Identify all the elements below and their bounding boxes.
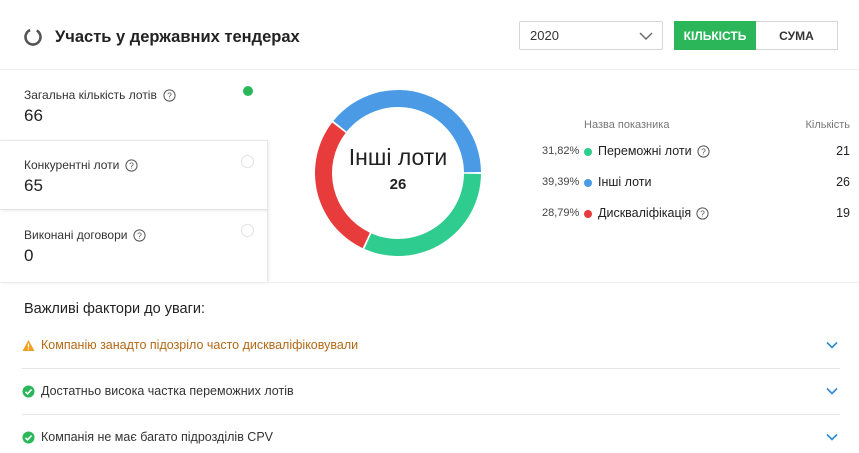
legend-row-winning[interactable]: 31,82% Переможні лоти ? 21 xyxy=(530,143,856,163)
legend-percent: 28,79% xyxy=(542,207,580,219)
donut-chart: Інші лоти 26 xyxy=(300,80,496,266)
donut-center-value: 26 xyxy=(389,176,407,193)
stat-label: Виконані договори ? xyxy=(24,228,147,242)
legend-header-name: Назва показника xyxy=(584,119,670,131)
toggle-sum-button[interactable]: СУМА xyxy=(756,21,838,50)
status-dot-active xyxy=(243,86,253,96)
check-circle-icon xyxy=(22,385,35,398)
legend-row-other[interactable]: 39,39% Інші лоти 26 xyxy=(530,174,856,194)
check-circle-icon xyxy=(22,431,35,444)
legend-percent: 31,82% xyxy=(542,145,580,157)
help-icon[interactable]: ? xyxy=(125,158,138,172)
legend-count: 19 xyxy=(836,206,850,220)
legend-count: 21 xyxy=(836,144,850,158)
svg-text:?: ? xyxy=(167,90,172,100)
chevron-down-icon[interactable] xyxy=(826,387,838,395)
svg-text:?: ? xyxy=(701,146,706,156)
factors-title: Важливі фактори до уваги: xyxy=(24,301,206,317)
stat-label-text: Виконані договори xyxy=(24,228,128,242)
factor-text: Достатньо висока частка переможних лотів xyxy=(41,384,294,398)
svg-text:?: ? xyxy=(700,208,705,218)
widget-title: Участь у державних тендерах xyxy=(55,28,300,46)
legend-name-text: Інші лоти xyxy=(598,175,652,189)
year-select-value: 2020 xyxy=(530,28,559,43)
factor-item-warning[interactable]: Компанію занадто підозріло часто дисквал… xyxy=(22,323,840,369)
donut-chart-svg xyxy=(315,90,481,256)
stat-label: Конкурентні лоти ? xyxy=(24,158,138,172)
donut-center-title: Інші лоти xyxy=(348,144,448,170)
stat-label: Загальна кількість лотів ? xyxy=(24,88,176,102)
help-icon[interactable]: ? xyxy=(163,88,176,102)
help-icon[interactable]: ? xyxy=(133,228,147,242)
chevron-down-icon[interactable] xyxy=(826,341,838,349)
stat-value: 66 xyxy=(24,106,43,125)
stat-label-text: Загальна кількість лотів xyxy=(24,88,157,102)
legend-name: Інші лоти xyxy=(598,175,651,189)
legend-count: 26 xyxy=(836,175,850,189)
legend-header-count: Кількість xyxy=(805,119,850,131)
toggle-count-button[interactable]: КІЛЬКІСТЬ xyxy=(674,21,756,50)
stat-competitive-lots[interactable]: Конкурентні лоти ? 65 xyxy=(0,140,268,210)
chevron-down-icon xyxy=(639,32,653,40)
help-icon[interactable]: ? xyxy=(696,144,710,158)
legend-name-text: Дискваліфікація xyxy=(598,206,692,220)
widget-header: Участь у державних тендерах 2020 КІЛЬКІС… xyxy=(0,0,859,70)
legend-color-dot xyxy=(584,148,592,156)
legend-row-disqualified[interactable]: 28,79% Дискваліфікація ? 19 xyxy=(530,205,856,225)
factor-text: Компанія не має багато підрозділів CPV xyxy=(41,430,274,444)
factor-item-ok[interactable]: Компанія не має багато підрозділів CPV xyxy=(22,415,840,453)
loading-spinner-icon xyxy=(24,28,42,46)
year-select[interactable]: 2020 xyxy=(519,21,663,50)
legend-name: Переможні лоти ? xyxy=(598,144,710,158)
svg-text:?: ? xyxy=(130,160,135,170)
stat-total-lots[interactable]: Загальна кількість лотів ? 66 xyxy=(0,70,268,140)
stat-value: 0 xyxy=(24,246,34,265)
legend-color-dot xyxy=(584,179,592,187)
warning-icon xyxy=(22,340,35,351)
metric-toggle: КІЛЬКІСТЬ СУМА xyxy=(674,21,838,50)
legend-name-text: Переможні лоти xyxy=(598,144,692,158)
factor-item-ok[interactable]: Достатньо висока частка переможних лотів xyxy=(22,369,840,415)
stat-completed-contracts[interactable]: Виконані договори ? 0 xyxy=(0,210,268,282)
factor-text: Компанію занадто підозріло часто дисквал… xyxy=(41,338,359,352)
status-dot-inactive xyxy=(241,224,254,237)
stats-panel: Загальна кількість лотів ? 66 Конкурентн… xyxy=(0,70,268,282)
stat-value: 65 xyxy=(24,176,43,195)
important-factors: Важливі фактори до уваги: Компанію занад… xyxy=(0,282,859,444)
legend-percent: 39,39% xyxy=(542,176,580,188)
status-dot-inactive xyxy=(241,155,254,168)
legend-color-dot xyxy=(584,210,592,218)
help-icon[interactable]: ? xyxy=(696,206,709,220)
chevron-down-icon[interactable] xyxy=(826,433,838,441)
svg-text:?: ? xyxy=(138,230,143,240)
stat-label-text: Конкурентні лоти xyxy=(24,158,120,172)
legend-name: Дискваліфікація ? xyxy=(598,206,709,220)
